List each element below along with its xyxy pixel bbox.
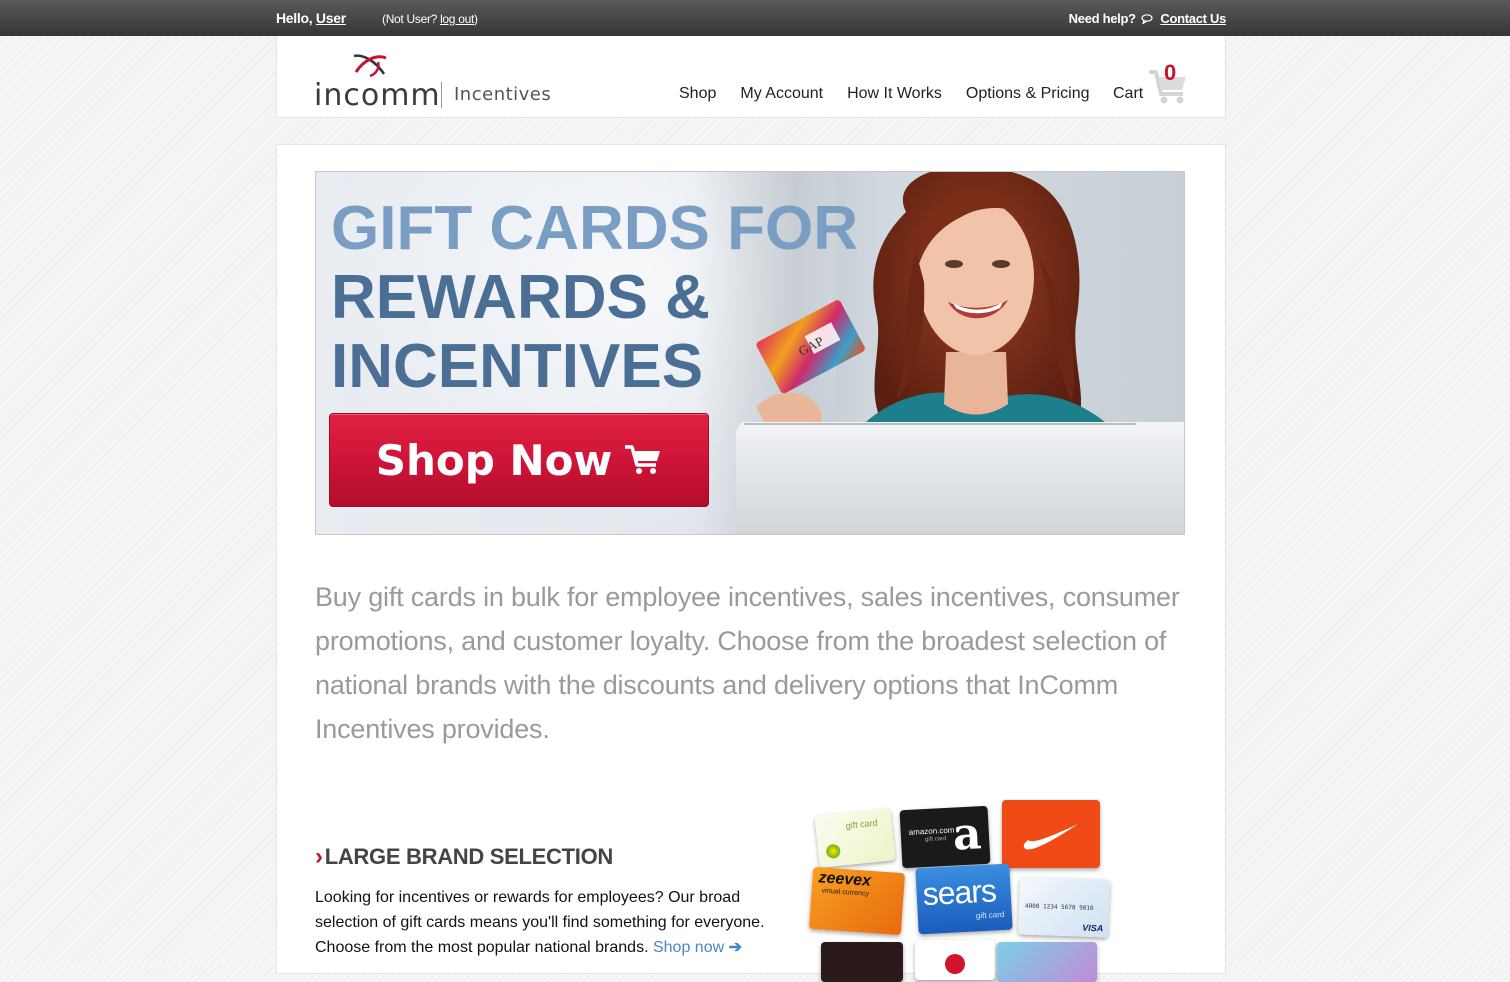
nav-shop[interactable]: Shop: [679, 85, 716, 103]
amazon-a-icon: a: [951, 808, 983, 861]
logo-subtitle: Incentives: [454, 84, 551, 105]
logo-word: incomm: [314, 78, 441, 113]
chat-icon: [1141, 14, 1153, 24]
shop-now-link-text: Shop now: [652, 939, 725, 956]
sears-card-sub: gift card: [975, 909, 1005, 921]
nike-gift-card: [1002, 800, 1100, 868]
bp-card-label: gift card: [845, 817, 879, 831]
hero-line-1: GIFT CARDS FOR: [331, 194, 858, 263]
need-help-text: Need help?: [1068, 11, 1136, 26]
bp-gift-card: gift card: [814, 808, 896, 868]
not-user-text: (Not User?: [382, 12, 438, 26]
bp-logo-icon: [825, 843, 841, 860]
not-user-close: ): [474, 12, 478, 26]
logo-mark-icon: [353, 54, 387, 78]
contact-us-link[interactable]: Contact Us: [1160, 11, 1226, 26]
visa-card-label: VISA: [1082, 922, 1104, 934]
site-header: incomm Incentives Shop My Account How It…: [276, 36, 1226, 118]
arrow-right-icon: ➔: [728, 939, 743, 956]
chevron-right-icon: ›: [315, 843, 323, 870]
apple-gift-card: [915, 940, 995, 980]
help-area: Need help? Contact Us: [1068, 11, 1227, 26]
feature-description: Looking for incentives or rewards for em…: [315, 885, 775, 960]
amazon-card-label: amazon.com: [908, 825, 955, 837]
incomm-logo[interactable]: incomm Incentives: [314, 50, 554, 113]
cart-count-badge: 0: [1164, 60, 1177, 85]
hero-line-3: INCENTIVES: [331, 332, 704, 401]
intro-paragraph: Buy gift cards in bulk for employee ince…: [315, 582, 1180, 744]
user-link[interactable]: User: [316, 10, 346, 26]
nav-how-it-works[interactable]: How It Works: [847, 85, 942, 103]
zeevex-gift-card: zeevex virtual currency: [808, 866, 906, 936]
main-panel: GAP GIFT CARDS FOR REWARDS & INCENTIVES …: [276, 144, 1226, 982]
top-bar: Hello, User (Not User? log out) Need hel…: [0, 0, 1510, 36]
shop-now-label: Shop Now: [375, 435, 613, 485]
feature-title-text: LARGE BRAND SELECTION: [324, 844, 614, 869]
greeting: Hello, User: [276, 10, 346, 26]
nav-options-pricing[interactable]: Options & Pricing: [966, 85, 1090, 103]
nike-swoosh-icon: [1023, 824, 1078, 850]
logout-link[interactable]: log out: [440, 12, 474, 26]
shop-now-link[interactable]: Shop now ➔: [653, 939, 742, 956]
cart-icon: [625, 445, 661, 474]
amazon-gift-card: amazon.com gift card a: [899, 805, 991, 869]
main-nav: Shop My Account How It Works Options & P…: [679, 85, 1114, 103]
visa-card-number: 4000 1234 5678 9010: [1024, 902, 1094, 913]
visa-gift-card: 4000 1234 5678 9010 VISA: [1018, 876, 1110, 938]
cart-link[interactable]: Cart: [1113, 85, 1143, 103]
itunes-gift-card: [997, 942, 1097, 982]
not-user-note: (Not User? log out): [382, 12, 478, 26]
nav-my-account[interactable]: My Account: [740, 85, 823, 103]
logo-subtitle-text: Incentives: [454, 84, 552, 105]
apple-icon: [945, 954, 965, 974]
feature-heading: › LARGE BRAND SELECTION: [315, 843, 613, 871]
sears-gift-card: sears gift card: [915, 863, 1013, 935]
hero-headline: GIFT CARDS FOR REWARDS & INCENTIVES: [331, 194, 858, 401]
amazon-card-sub: gift card: [924, 835, 947, 844]
sears-card-label: sears: [921, 872, 997, 913]
gift-card-collage: gift card amazon.com gift card a zeevex …: [807, 800, 1117, 982]
hero-banner: GAP GIFT CARDS FOR REWARDS & INCENTIVES …: [315, 171, 1185, 535]
hero-line-2: REWARDS &: [331, 263, 710, 332]
shop-now-button[interactable]: Shop Now: [329, 413, 709, 507]
popcorn-gift-card: [821, 942, 903, 982]
logo-divider: [441, 82, 442, 108]
greeting-text: Hello,: [276, 10, 313, 26]
